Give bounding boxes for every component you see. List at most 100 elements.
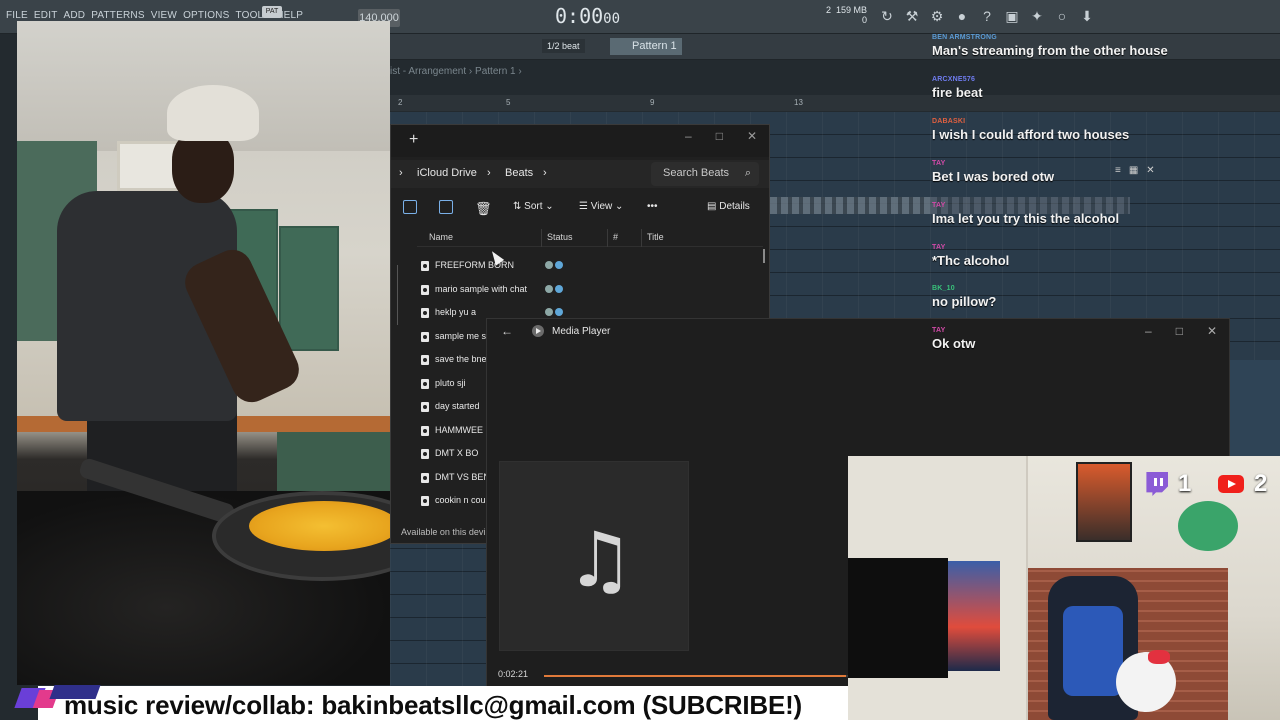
- room-camera-feed: 1 2: [848, 456, 1280, 720]
- time-main: 0:00: [555, 4, 604, 28]
- pattern-selector[interactable]: Pattern 1: [610, 38, 682, 55]
- close-icon[interactable]: ✕: [1146, 165, 1154, 176]
- scrollbar-thumb[interactable]: [763, 249, 765, 263]
- view-label: View: [590, 201, 613, 212]
- file-name: mario sample with chat: [435, 284, 528, 294]
- column-number[interactable]: #: [613, 232, 618, 242]
- maximize-icon[interactable]: □: [1176, 324, 1183, 338]
- breadcrumb-beats[interactable]: Beats: [505, 167, 533, 179]
- stream-chat: BEN ARMSTRONG Man's streaming from the ot…: [928, 34, 1168, 356]
- chat-icon[interactable]: ○: [1055, 8, 1069, 25]
- stream-layout: FILE EDIT ADD PATTERNS VIEW OPTIONS TOOL…: [0, 0, 1280, 720]
- column-divider[interactable]: [641, 229, 642, 247]
- search-input[interactable]: Search Beats ⌕: [651, 162, 759, 186]
- chevron-right-icon: ›: [487, 167, 491, 179]
- file-name: FREEFORM BORN: [435, 260, 515, 270]
- banner-text: music review/collab: bakinbeatsllc@gmail…: [64, 690, 803, 720]
- download-icon[interactable]: ⬇: [1080, 8, 1094, 25]
- minimize-icon[interactable]: –: [685, 129, 692, 143]
- gaming-chair-accent: [1063, 606, 1123, 696]
- sync-status: [545, 261, 565, 271]
- close-icon[interactable]: ✕: [1207, 324, 1217, 338]
- menu-add[interactable]: ADD: [64, 10, 86, 21]
- back-arrow-icon[interactable]: ←: [501, 324, 513, 338]
- channel-logo-icon: [14, 684, 101, 714]
- chat-text: fire beat: [932, 85, 983, 100]
- menu-edit[interactable]: EDIT: [34, 10, 58, 21]
- audio-file-icon: [421, 496, 429, 506]
- menu-file[interactable]: FILE: [6, 10, 28, 21]
- copy-icon[interactable]: [403, 200, 417, 214]
- file-row[interactable]: FREEFORM BORN: [419, 256, 759, 276]
- plugin-icon[interactable]: ✦: [1030, 8, 1044, 25]
- explorer-titlebar: + – □ ✕: [391, 125, 769, 157]
- chevron-right-icon: ›: [399, 167, 403, 179]
- twitch-counter: 1: [1144, 470, 1191, 498]
- plush-toy: [1178, 501, 1238, 551]
- details-label: Details: [719, 201, 750, 212]
- details-button[interactable]: ▤ Details: [707, 201, 750, 212]
- sort-button[interactable]: ⇅ Sort ⌄: [513, 201, 554, 212]
- chat-username: TAY: [932, 327, 946, 334]
- column-status[interactable]: Status: [547, 232, 573, 242]
- menu-options[interactable]: OPTIONS: [183, 10, 229, 21]
- more-options-button[interactable]: •••: [647, 201, 658, 212]
- audio-file-icon: [421, 402, 429, 412]
- menu-patterns[interactable]: PATTERNS: [91, 10, 144, 21]
- polyphony-value: 0: [862, 15, 868, 25]
- snap-selector[interactable]: 1/2 beat: [542, 39, 585, 53]
- chevron-right-icon: ›: [543, 167, 547, 179]
- playlist-window-controls: ≡ ▦ ✕: [1115, 165, 1155, 176]
- time-fraction: 00: [603, 11, 621, 27]
- ruler-mark: 5: [506, 98, 511, 107]
- ruler-mark: 9: [650, 98, 655, 107]
- album-art: ♫: [499, 461, 689, 651]
- cpu-icon[interactable]: ⚙: [930, 8, 944, 25]
- column-title[interactable]: Title: [647, 232, 664, 242]
- audio-file-icon: [421, 285, 429, 295]
- grid-icon[interactable]: ▦: [1129, 165, 1138, 176]
- address-bar[interactable]: › iCloud Drive › Beats › Search Beats ⌕: [391, 160, 769, 188]
- column-name[interactable]: Name: [429, 232, 453, 242]
- kitchen-camera-feed: [17, 21, 390, 685]
- chat-username: TAY: [932, 160, 946, 167]
- file-row[interactable]: mario sample with chat: [419, 280, 759, 300]
- new-tab-icon[interactable]: +: [409, 131, 418, 149]
- share-icon[interactable]: [439, 200, 453, 214]
- close-icon[interactable]: ✕: [747, 129, 757, 143]
- audio-file-icon: [421, 308, 429, 318]
- help-icon[interactable]: ?: [980, 8, 994, 25]
- chat-message: BEN ARMSTRONG Man's streaming from the ot…: [932, 34, 1168, 58]
- menu-view[interactable]: VIEW: [151, 10, 177, 21]
- bars-icon[interactable]: ≡: [1115, 165, 1121, 176]
- window-controls: – □ ✕: [685, 129, 757, 143]
- delete-icon[interactable]: 🗑: [475, 201, 492, 217]
- sync-status: [545, 285, 565, 295]
- file-name: heklp yu a: [435, 307, 477, 317]
- maximize-icon[interactable]: □: [716, 129, 723, 143]
- chat-text: Ima let you try this the alcohol: [932, 211, 1120, 226]
- view-button[interactable]: ☰ View ⌄: [579, 201, 623, 212]
- chat-message: TAY *Thc alcohol: [932, 244, 1009, 268]
- logo-shape: [49, 685, 101, 699]
- scrambled-eggs: [249, 501, 390, 551]
- chat-message: TAY Bet I was bored otw: [932, 160, 1054, 184]
- memory-value: 159 MB: [836, 5, 868, 15]
- nav-pane-divider: [397, 265, 398, 325]
- column-divider[interactable]: [541, 229, 542, 247]
- youtube-count: 2: [1254, 470, 1268, 497]
- refresh-icon[interactable]: ↻: [880, 8, 894, 25]
- playlist-breadcrumb: ist - Arrangement › Pattern 1 ›: [390, 66, 522, 77]
- lower-cabinet: [277, 432, 390, 492]
- save-icon[interactable]: ▣: [1005, 8, 1019, 25]
- contact-banner: music review/collab: bakinbeatsllc@gmail…: [38, 686, 848, 720]
- poster: [948, 561, 1000, 671]
- pattern-song-toggle[interactable]: PAT: [262, 6, 282, 18]
- breadcrumb-icloud[interactable]: iCloud Drive: [417, 167, 477, 179]
- pattern-clips[interactable]: [770, 197, 930, 214]
- mic-icon[interactable]: ●: [955, 8, 969, 25]
- ruler-mark: 2: [398, 98, 403, 107]
- wrench-icon[interactable]: ⚒: [905, 8, 919, 25]
- column-divider[interactable]: [607, 229, 608, 247]
- media-player-logo-icon: [532, 325, 544, 337]
